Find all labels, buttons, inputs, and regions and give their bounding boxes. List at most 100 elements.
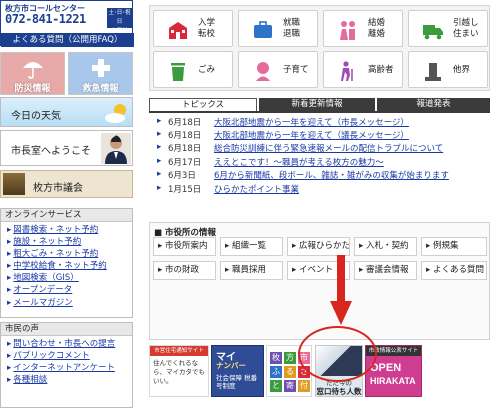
counter-photo: [316, 346, 362, 376]
office-link[interactable]: 組織一覧: [220, 237, 283, 256]
online-service-link[interactable]: 粗大ごみ・ネット予約: [7, 248, 107, 260]
counter-wait-line2: 窓口待ち人数: [316, 387, 362, 396]
office-link[interactable]: 市役所案内: [153, 237, 216, 256]
sun-cloud-icon: [105, 104, 126, 123]
topic-date: 6月18日: [168, 118, 202, 128]
online-service-link[interactable]: 地図検索（GIS）: [7, 272, 107, 284]
weather-tile[interactable]: 今日の天気: [0, 97, 133, 127]
housing-banner[interactable]: 市営住宅通知サイト 住んでくれるなら、マイカタでもいい。: [149, 345, 209, 397]
topic-title[interactable]: 総合防災訓練に伴う緊急速報メールの配信トラブルについて: [214, 142, 443, 154]
category-death[interactable]: 他界: [408, 51, 488, 88]
category-garbage[interactable]: ごみ: [153, 51, 233, 88]
category-label: 結婚 離婚: [368, 18, 386, 39]
donation-char-grid: 枚 方 市 ふ る さ と 寄 付: [270, 352, 310, 392]
category-label: 入学 転校: [198, 18, 216, 39]
disaster-info-label: 防災情報: [14, 84, 51, 94]
life-event-grid: 入学 転校 就職 退職 結婚 離婚 引越し 住まい ごみ 子育て 高齢者 他界: [149, 5, 490, 91]
badge-line1: 土･日･祝日: [108, 10, 131, 25]
donation-char: 方: [284, 352, 296, 364]
city-office-info-panel: 市役所の情報 市役所案内 組織一覧 広報ひらかた 入札・契約 例規集 市の財政 …: [149, 222, 490, 340]
housing-banner-top: 市営住宅通知サイト: [150, 346, 208, 356]
couple-icon: [340, 21, 355, 40]
topics-panel: トピックス 新着更新情報 報道発表 ▸ 6月18日 大阪北部地震から一年を迎えて（市…: [149, 96, 490, 212]
office-link[interactable]: 市の財政: [153, 261, 216, 280]
hometown-donation-banner[interactable]: 枚 方 市 ふ る さ と 寄 付: [266, 345, 312, 397]
online-services-heading: オンラインサービス: [1, 209, 132, 222]
council-photo: [3, 173, 25, 195]
disaster-info-tile[interactable]: 防災情報: [0, 52, 65, 95]
category-label: 子育て: [283, 65, 309, 75]
topics-tabbar: トピックス 新着更新情報 報道発表: [149, 96, 490, 111]
office-link[interactable]: 広報ひらかた: [287, 237, 350, 256]
mayor-label: 市長室へようこそ: [11, 146, 91, 157]
city-council-tile[interactable]: 枚方市議会: [0, 170, 133, 198]
topic-title[interactable]: 大阪北部地震から一年を迎えて（議長メッセージ）: [214, 129, 409, 141]
arrow-right-icon: ▸: [157, 116, 162, 126]
callcenter-badge: 土･日･祝日 も受付: [107, 8, 132, 34]
online-service-link[interactable]: 図書検索・ネット予約: [7, 224, 107, 236]
category-employment[interactable]: 就職 退職: [238, 10, 318, 47]
online-services-list: 図書検索・ネット予約 施設・ネット予約 粗大ごみ・ネット予約 中学校給食・ネット…: [7, 224, 107, 309]
arrow-right-icon: ▸: [157, 183, 162, 193]
arrow-right-icon: ▸: [157, 169, 162, 179]
office-link[interactable]: よくある質問: [421, 261, 487, 280]
online-service-link[interactable]: オープンデータ: [7, 284, 107, 296]
mayor-photo: [101, 133, 131, 164]
mynumber-banner-line2: ナンバー: [216, 361, 246, 370]
category-marriage[interactable]: 結婚 離婚: [323, 10, 403, 47]
arrow-right-icon: ▸: [157, 142, 162, 152]
citizen-voice-link[interactable]: 各種相談: [7, 374, 115, 386]
category-elderly[interactable]: 高齢者: [323, 51, 403, 88]
housing-banner-text: 住んでくれるなら、マイカタでもいい。: [153, 359, 205, 385]
weather-label: 今日の天気: [11, 111, 61, 122]
citizen-voice-link[interactable]: 問い合わせ・市長への提言: [7, 338, 115, 350]
donation-char: 寄: [284, 380, 296, 392]
donation-char: と: [270, 380, 282, 392]
office-link[interactable]: 職員採用: [220, 261, 283, 280]
tab-press-release[interactable]: 報道発表: [377, 98, 490, 111]
cross-icon: [91, 59, 110, 77]
donation-char: ふ: [270, 366, 282, 378]
open-hirakata-banner[interactable]: 市政情報公表サイト OPEN HIRAKATA: [365, 345, 422, 397]
donation-char: さ: [298, 366, 310, 378]
online-service-link[interactable]: メールマガジン: [7, 297, 107, 309]
tab-new-updates[interactable]: 新着更新情報: [259, 98, 375, 111]
red-arrow-icon: [330, 255, 352, 325]
category-childcare[interactable]: 子育て: [238, 51, 318, 88]
category-label: 就職 退職: [283, 18, 301, 39]
mynumber-banner[interactable]: マイ ナンバー 社会保障 税番号制度: [211, 345, 264, 397]
callcenter-box[interactable]: 枚方市コールセンター 072-841-1221 土･日･祝日 も受付 よくある質…: [0, 0, 134, 47]
mynumber-banner-line3: 社会保障 税番号制度: [216, 374, 258, 390]
category-label: ごみ: [198, 65, 216, 75]
office-link[interactable]: 入札・契約: [354, 237, 417, 256]
citizen-voice-link[interactable]: インターネットアンケート: [7, 362, 115, 374]
category-label: 引越し 住まい: [453, 18, 479, 39]
open-hirakata-line1: OPEN: [370, 362, 402, 374]
city-council-label: 枚方市議会: [33, 183, 83, 194]
office-link[interactable]: 例規集: [421, 237, 487, 256]
citizen-voice-list: 問い合わせ・市長への提言 パブリックコメント インターネットアンケート 各種相談: [7, 338, 115, 386]
tab-topics[interactable]: トピックス: [149, 98, 257, 111]
emergency-info-tile[interactable]: 救急情報: [68, 52, 133, 95]
topic-title[interactable]: 大阪北部地震から一年を迎えて（市長メッセージ）: [214, 116, 409, 128]
school-icon: [169, 22, 187, 39]
category-school[interactable]: 入学 転校: [153, 10, 233, 47]
briefcase-icon: [254, 21, 272, 38]
online-services-panel: オンラインサービス 図書検索・ネット予約 施設・ネット予約 粗大ごみ・ネット予約…: [0, 208, 133, 318]
topic-title[interactable]: ひらかたポイント事業: [214, 183, 299, 195]
baby-icon: [256, 62, 270, 81]
faq-link[interactable]: よくある質問（公開用FAQ）: [1, 33, 134, 47]
online-service-link[interactable]: 中学校給食・ネット予約: [7, 260, 107, 272]
online-service-link[interactable]: 施設・ネット予約: [7, 236, 107, 248]
category-label: 高齢者: [368, 65, 394, 75]
counter-wait-banner[interactable]: ただ今の 窓口待ち人数: [315, 345, 363, 397]
umbrella-icon: [22, 62, 43, 79]
mayor-tile[interactable]: 市長室へようこそ: [0, 130, 133, 166]
topic-title[interactable]: 6月から新聞紙、段ボール、雑誌・雑がみの収集が始まります: [214, 169, 449, 181]
callcenter-number[interactable]: 072-841-1221: [5, 12, 86, 26]
office-link[interactable]: 審議会情報: [354, 261, 417, 280]
topic-date: 6月18日: [168, 131, 202, 141]
topic-title[interactable]: ええとこです！〜職員が考える枚方の魅力〜: [214, 156, 384, 168]
category-moving[interactable]: 引越し 住まい: [408, 10, 488, 47]
citizen-voice-link[interactable]: パブリックコメント: [7, 350, 115, 362]
